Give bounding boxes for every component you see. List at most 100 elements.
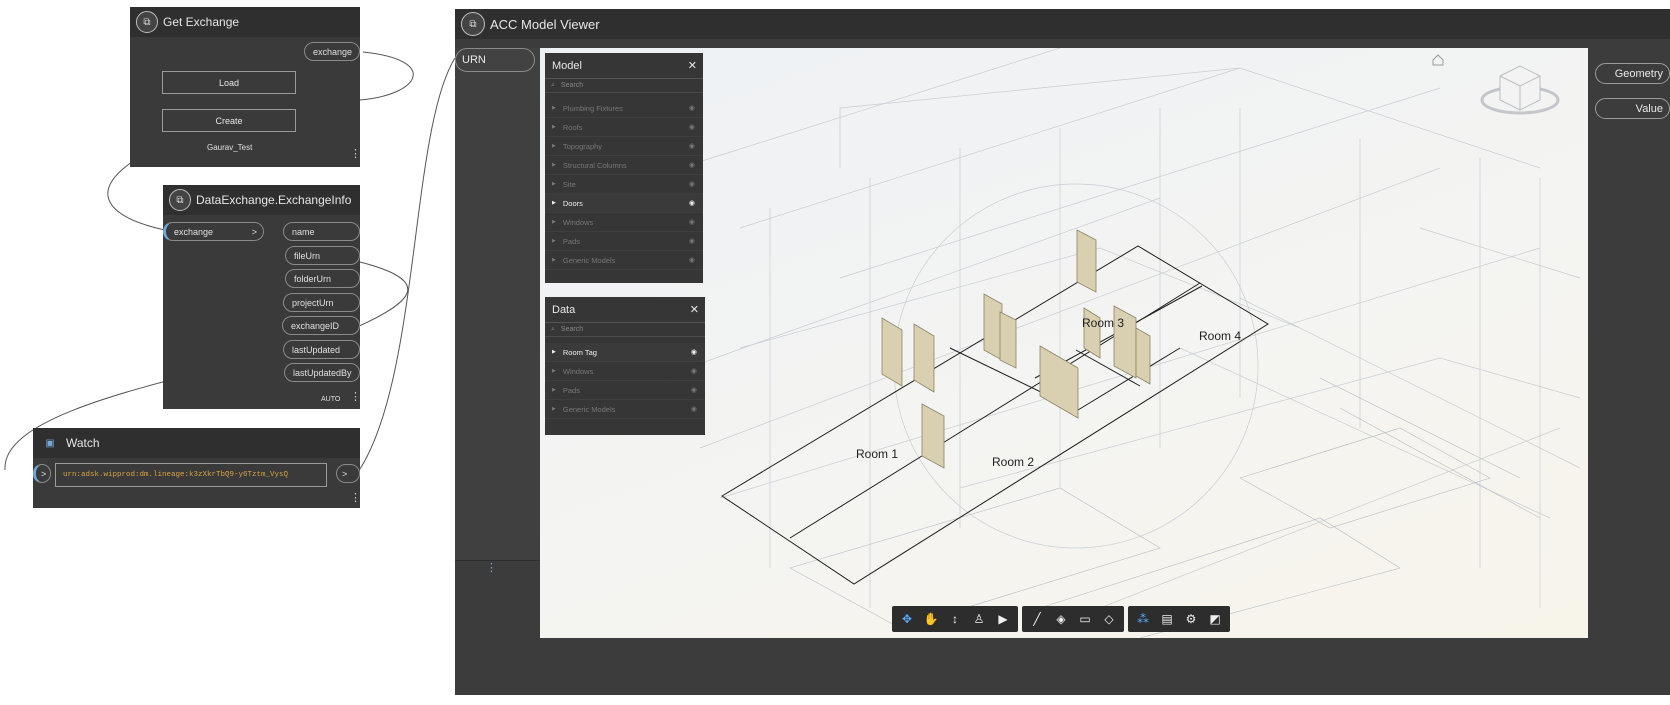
node-menu-icon[interactable]: ⋮ bbox=[350, 149, 361, 160]
tree-item[interactable]: ▶ Generic Models ◉ bbox=[545, 251, 703, 270]
node-menu-icon[interactable]: ⋮ bbox=[350, 392, 361, 403]
expand-caret-icon[interactable]: ▶ bbox=[552, 181, 556, 187]
tree-item-label-wrap: ▶ Pads bbox=[552, 237, 580, 246]
create-button[interactable]: Create bbox=[162, 109, 296, 132]
load-button[interactable]: Load bbox=[162, 71, 296, 94]
close-icon[interactable]: ✕ bbox=[688, 59, 697, 72]
visibility-eye-icon[interactable]: ◉ bbox=[689, 104, 695, 112]
close-icon[interactable]: ✕ bbox=[690, 303, 699, 316]
watch-title: Watch bbox=[66, 436, 100, 450]
output-port-projecturn[interactable]: projectUrn bbox=[283, 293, 360, 312]
home-icon[interactable] bbox=[1432, 54, 1444, 66]
explode-icon[interactable]: ▭ bbox=[1074, 608, 1096, 630]
properties-icon[interactable]: ▤ bbox=[1156, 608, 1178, 630]
exchange-input-port[interactable]: exchange > bbox=[163, 222, 264, 241]
model-box-icon[interactable]: ◇ bbox=[1098, 608, 1120, 630]
visibility-eye-icon[interactable]: ◉ bbox=[689, 123, 695, 131]
tree-item-label: Roofs bbox=[562, 122, 583, 132]
output-port-folderurn[interactable]: folderUrn bbox=[285, 269, 360, 288]
expand-caret-icon[interactable]: ▶ bbox=[552, 368, 556, 374]
visibility-eye-icon[interactable]: ◉ bbox=[691, 405, 697, 413]
exchange-info-header[interactable]: ⧉ DataExchange.ExchangeInfo bbox=[163, 185, 360, 215]
data-panel[interactable]: Data ✕ ⌕ Search ▶ Room Tag ◉ ▶ Windows ◉ ▶ Pads… bbox=[545, 297, 705, 435]
watch-header[interactable]: ▣ Watch bbox=[33, 428, 360, 458]
tree-item[interactable]: ▶ Roofs ◉ bbox=[545, 118, 703, 137]
visibility-eye-icon[interactable]: ◉ bbox=[689, 256, 695, 264]
output-port-lastupdatedby[interactable]: lastUpdatedBy bbox=[284, 363, 360, 382]
tree-item[interactable]: ▶ Room Tag ◉ bbox=[545, 343, 705, 362]
expand-caret-icon[interactable]: ▶ bbox=[552, 406, 556, 412]
lacing-label[interactable]: AUTO bbox=[321, 396, 340, 403]
visibility-eye-icon[interactable]: ◉ bbox=[691, 348, 697, 356]
model-viewport[interactable]: Room 1 Room 2 Room 3 Room 4 Model ✕ ⌕ Se… bbox=[540, 48, 1588, 638]
visibility-eye-icon[interactable]: ◉ bbox=[689, 237, 695, 245]
acc-viewer-header[interactable]: ⧉ ACC Model Viewer bbox=[455, 9, 1670, 39]
visibility-eye-icon[interactable]: ◉ bbox=[689, 180, 695, 188]
visibility-eye-icon[interactable]: ◉ bbox=[689, 161, 695, 169]
tree-item[interactable]: ▶ Pads ◉ bbox=[545, 381, 705, 400]
visibility-eye-icon[interactable]: ◉ bbox=[689, 142, 695, 150]
expand-caret-icon[interactable]: ▶ bbox=[552, 387, 556, 393]
tree-item-label-wrap: ▶ Windows bbox=[552, 367, 593, 376]
expand-caret-icon[interactable]: ▶ bbox=[552, 124, 556, 130]
tree-item[interactable]: ▶ Structural Columns ◉ bbox=[545, 156, 703, 175]
expand-caret-icon[interactable]: ▶ bbox=[552, 105, 556, 111]
camera-icon[interactable]: ▶ bbox=[992, 608, 1014, 630]
tree-item[interactable]: ▶ Doors ◉ bbox=[545, 194, 703, 213]
model-search-input[interactable]: ⌕ Search bbox=[545, 79, 703, 93]
expand-caret-icon[interactable]: ▶ bbox=[552, 162, 556, 168]
node-menu-icon[interactable]: ⋮ bbox=[486, 561, 497, 574]
expand-caret-icon[interactable]: ▶ bbox=[552, 200, 556, 206]
tree-item[interactable]: ▶ Windows ◉ bbox=[545, 362, 705, 381]
data-panel-header: Data ✕ bbox=[545, 297, 705, 323]
walk-icon[interactable]: ♙ bbox=[968, 608, 990, 630]
dolly-icon[interactable]: ↕ bbox=[944, 608, 966, 630]
geometry-output-port[interactable]: Geometry bbox=[1595, 63, 1670, 84]
settings-icon[interactable]: ⚙ bbox=[1180, 608, 1202, 630]
tree-item[interactable]: ▶ Generic Models ◉ bbox=[545, 400, 705, 419]
expand-caret-icon[interactable]: ▶ bbox=[552, 257, 556, 263]
measure-icon[interactable]: ╱ bbox=[1026, 608, 1048, 630]
tree-item[interactable]: ▶ Site ◉ bbox=[545, 175, 703, 194]
node-menu-icon[interactable]: ⋮ bbox=[350, 493, 361, 504]
tree-item[interactable]: ▶ Plumbing Fixtures ◉ bbox=[545, 99, 703, 118]
watch-icon: ▣ bbox=[45, 437, 55, 449]
view-cube[interactable] bbox=[1480, 65, 1560, 115]
exchange-output-port[interactable]: exchange bbox=[304, 42, 360, 61]
output-port-exchangeid[interactable]: exchangeID bbox=[282, 316, 360, 335]
expand-caret-icon[interactable]: ▶ bbox=[552, 219, 556, 225]
section-icon[interactable]: ◈ bbox=[1050, 608, 1072, 630]
value-output-port[interactable]: Value bbox=[1595, 98, 1670, 119]
output-port-lastupdated[interactable]: lastUpdated bbox=[283, 340, 360, 359]
watch-input-port[interactable]: > bbox=[33, 464, 51, 483]
visibility-eye-icon[interactable]: ◉ bbox=[691, 367, 697, 375]
get-exchange-node[interactable]: ⧉ Get Exchange exchange Load Create Gaur… bbox=[130, 7, 361, 167]
output-port-name[interactable]: name bbox=[283, 222, 360, 241]
visibility-eye-icon[interactable]: ◉ bbox=[689, 199, 695, 207]
visibility-eye-icon[interactable]: ◉ bbox=[689, 218, 695, 226]
get-exchange-header[interactable]: ⧉ Get Exchange bbox=[130, 7, 360, 37]
urn-input-port[interactable]: URN bbox=[455, 48, 535, 72]
tree-item[interactable]: ▶ Windows ◉ bbox=[545, 213, 703, 232]
visibility-eye-icon[interactable]: ◉ bbox=[691, 386, 697, 394]
data-search-input[interactable]: ⌕ Search bbox=[545, 323, 705, 337]
tree-item[interactable]: ▶ Topography ◉ bbox=[545, 137, 703, 156]
output-port-fileurn[interactable]: fileUrn bbox=[285, 246, 360, 265]
expand-caret-icon[interactable]: ▶ bbox=[552, 349, 556, 355]
tree-item[interactable]: ▶ Pads ◉ bbox=[545, 232, 703, 251]
expand-caret-icon[interactable]: ▶ bbox=[552, 238, 556, 244]
orbit-icon[interactable]: ✥ bbox=[896, 608, 918, 630]
watch-output-port[interactable]: > bbox=[336, 464, 360, 483]
model-panel-title: Model bbox=[552, 59, 582, 72]
tree-item-label-wrap: ▶ Pads bbox=[552, 386, 580, 395]
search-icon: ⌕ bbox=[551, 81, 555, 89]
expand-caret-icon[interactable]: ▶ bbox=[552, 143, 556, 149]
watch-node[interactable]: ▣ Watch > urn:adsk.wipprod:dm.lineage:k3… bbox=[33, 428, 361, 508]
model-browser-icon[interactable]: ⁂ bbox=[1132, 608, 1154, 630]
exchange-info-title: DataExchange.ExchangeInfo bbox=[196, 193, 352, 207]
pan-icon[interactable]: ✋ bbox=[920, 608, 942, 630]
fullscreen-icon[interactable]: ◩ bbox=[1204, 608, 1226, 630]
model-panel[interactable]: Model ✕ ⌕ Search ▶ Plumbing Fixtures ◉ ▶ Roo… bbox=[545, 53, 703, 283]
exchange-info-node[interactable]: ⧉ DataExchange.ExchangeInfo exchange > n… bbox=[163, 185, 361, 409]
divider bbox=[455, 560, 540, 561]
